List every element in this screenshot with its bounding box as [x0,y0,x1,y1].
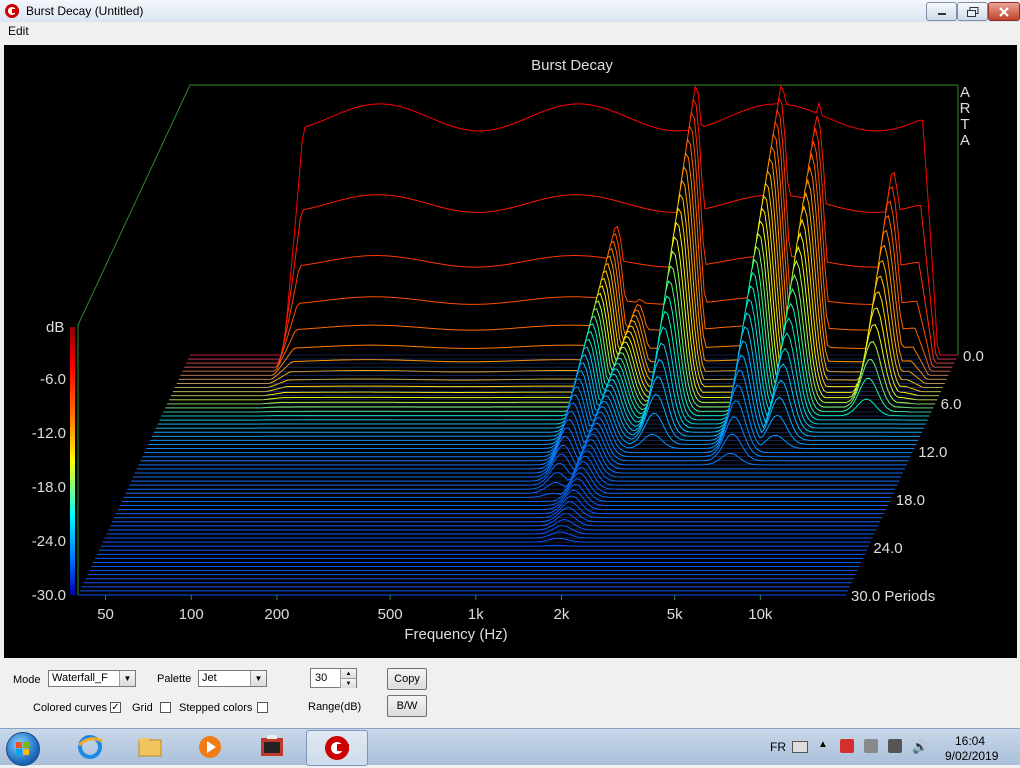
watermark-letter: R [960,100,971,117]
z-tick-label: 0.0 [963,348,984,365]
decay-curve [104,531,873,539]
stepped-colors-label: Stepped colors [179,702,253,714]
spin-up-icon[interactable]: ▲ [340,669,356,678]
window-title: Burst Decay (Untitled) [26,4,144,18]
waterfall-chart: Burst Decay ARTA 50 100 200 500 1k 2k 5k 10k Frequ… [32,57,984,643]
z-tick-label: 30.0 Periods [851,588,935,605]
network-icon[interactable] [888,739,902,753]
z-tick-label: 12.0 [918,444,947,461]
x-axis-label: Frequency (Hz) [404,626,507,643]
menu-bar: Edit [0,22,1020,40]
start-button[interactable] [6,732,40,766]
x-tick-label: 10k [748,606,773,623]
y-tick-label: -6.0 [40,371,66,388]
watermark-letter: T [960,116,969,133]
restore-icon [966,6,978,17]
arta-app-icon [5,4,19,18]
language-indicator[interactable]: FR [770,740,786,754]
z-tick-label: 18.0 [896,492,925,509]
file-explorer-icon[interactable] [136,733,164,761]
title-bar: Burst Decay (Untitled) [0,0,1020,23]
palette-label: Palette [157,673,192,685]
tray-expand-icon[interactable]: ▲ [818,739,828,750]
stepped-colors-checkbox[interactable] [257,702,268,713]
clock-time[interactable]: 16:04 [955,734,985,748]
watermark-letter: A [960,84,970,101]
z-tick-label: 6.0 [941,396,962,413]
range-value: 30 [315,672,328,684]
arta-app-icon [325,736,349,760]
range-label: Range(dB) [308,701,362,713]
decay-curve [115,495,884,515]
grid-checkbox[interactable] [160,702,171,713]
watermark-letter: A [960,132,970,149]
x-tick-label: 100 [179,606,204,623]
chevron-down-icon: ▼ [250,671,266,686]
y-tick-label: -30.0 [32,587,66,604]
curve-mask [121,478,890,502]
y-tick-label: -12.0 [32,425,66,442]
mode-label: Mode [13,674,41,686]
curve-mask [119,484,888,506]
x-tick-label: 200 [264,606,289,623]
internet-explorer-icon[interactable] [76,733,104,761]
screen-capture-icon[interactable] [258,733,286,761]
x-tick-label: 50 [97,606,114,623]
mode-select-value: Waterfall_F [52,672,108,684]
colorbar [70,327,75,595]
palette-select[interactable]: Jet ▼ [198,670,267,687]
colored-curves-checkbox[interactable]: ✓ [110,702,121,713]
curve-mask [102,538,871,543]
y-tick-label: -18.0 [32,479,66,496]
decay-curve [119,483,888,507]
x-tick-label: 2k [554,606,570,623]
clock-date[interactable]: 9/02/2019 [945,749,998,763]
media-player-icon[interactable] [196,733,224,761]
spin-down-icon[interactable]: ▼ [340,678,356,688]
colored-curves-label: Colored curves [33,702,107,714]
restore-button[interactable] [957,2,988,21]
minimize-button[interactable] [926,2,957,21]
close-button[interactable] [988,2,1020,21]
z-tick-label: 24.0 [873,540,902,557]
range-spinner[interactable]: 30 ▲ ▼ [310,668,357,688]
taskbar: FR ▲ 🔊 16:04 9/02/2019 [0,728,1020,766]
menu-edit[interactable]: Edit [8,24,29,38]
copy-button[interactable]: Copy [387,668,427,690]
taskbar-arta-active[interactable] [306,730,368,766]
decay-curve [102,537,871,543]
y-tick-label: -24.0 [32,533,66,550]
x-tick-label: 5k [667,606,683,623]
keyboard-icon[interactable] [792,741,808,753]
x-tick-label: 500 [378,606,403,623]
decay-curve [110,513,879,527]
x-tick-label: 1k [468,606,484,623]
curve-mask [115,495,884,514]
decay-curve [108,519,877,531]
windows-logo-icon [16,742,29,755]
bw-button[interactable]: B/W [387,695,427,717]
curve-mask [104,531,873,539]
security-icon[interactable] [864,739,878,753]
chart-title: Burst Decay [531,57,613,74]
mode-select[interactable]: Waterfall_F ▼ [48,670,136,687]
decay-curve [121,478,890,502]
grid-label: Grid [132,702,153,714]
flag-icon[interactable] [840,739,854,753]
palette-select-value: Jet [202,672,217,684]
close-icon [999,6,1009,17]
volume-icon[interactable]: 🔊 [912,739,928,755]
burst-decay-plot: Burst Decay A R T A 50 100 200 500 1k 2k 5k 10k Frequ… [4,45,1017,658]
control-panel [0,660,1020,726]
chevron-down-icon: ▼ [119,671,135,686]
y-axis-label: dB [46,319,64,336]
curve-mask [110,513,879,526]
minimize-icon [937,12,946,15]
curve-mask [108,519,877,530]
